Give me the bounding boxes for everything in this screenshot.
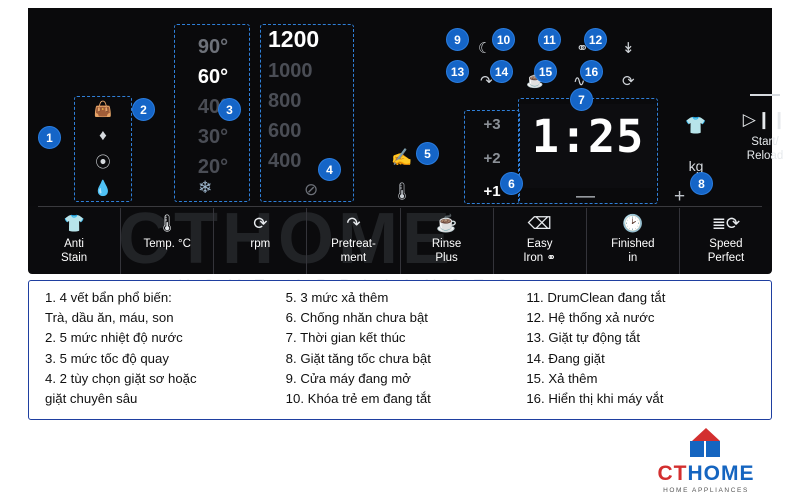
logo-name-ct: CT	[657, 462, 688, 485]
speed-icon: ≣⟳	[711, 214, 741, 233]
legend-item-1b: Trà, dầu ăn, máu, son	[45, 310, 174, 326]
callout-2: 2	[132, 98, 155, 121]
door-open-icon: ☾	[478, 40, 492, 57]
button-easy-iron[interactable]: ⌫ Easy Iron ⚭	[494, 208, 587, 274]
legend-item-6: 6. Chống nhăn chưa bật	[285, 310, 428, 326]
cthome-logo: CTHOME HOME APPLIANCES	[646, 426, 766, 494]
button-pretreatment-label: Pretreat- ment	[331, 238, 376, 264]
legend-item-4: 4. 2 tùy chọn giặt sơ hoặc	[45, 370, 197, 386]
callout-13: 13	[446, 60, 469, 83]
button-bar: 👕 Anti Stain 🌡 Temp. °C ⟳ rpm ↷ Pretreat…	[28, 208, 772, 274]
logo-mark-icon	[682, 426, 730, 460]
legend-panel: 1. 4 vết bẩn phổ biến: Trà, dầu ăn, máu,…	[28, 280, 772, 420]
legend-item-5: 5. 3 mức xả thêm	[285, 290, 389, 305]
legend-item-2: 2. 5 mức nhiệt độ nước	[45, 330, 183, 346]
callout-15: 15	[534, 60, 557, 83]
legend-item-15: 15. Xả thêm	[526, 370, 598, 386]
legend-item-4b: giặt chuyên sâu	[45, 391, 138, 407]
washer-control-panel: CTHOME HOME APPLIANCES 👜 ♦ ⦿ 💧 90° 60° 4…	[28, 8, 786, 295]
legend-item-9: 9. Cửa máy đang mở	[285, 370, 411, 386]
callout-14: 14	[490, 60, 513, 83]
spin-icon: ⟳	[253, 214, 268, 233]
pretreatment-column[interactable]: ✍ 🌡	[384, 148, 420, 202]
legend-item-11: 11. DrumClean đang tắt	[526, 290, 666, 305]
button-anti-stain[interactable]: 👕 Anti Stain	[28, 208, 122, 274]
legend-column-3: 11. DrumClean đang tắt 12. Hệ thống xả n…	[520, 289, 761, 411]
legend-item-10: 10. Khóa trẻ em đang tắt	[285, 391, 431, 407]
button-rpm-label: rpm	[250, 238, 271, 250]
tshirt-stain-icon: 👕	[63, 214, 85, 233]
callout-4: 4	[318, 158, 341, 181]
button-rinse-plus[interactable]: ☕ Rinse Plus	[401, 208, 494, 274]
legend-item-12: 12. Hệ thống xả nước	[526, 310, 655, 326]
button-speed-perfect-label: Speed Perfect	[707, 238, 745, 264]
logo-subtitle: HOME APPLIANCES	[663, 487, 749, 494]
button-temperature[interactable]: 🌡 Temp. °C	[121, 208, 215, 274]
callout-9: 9	[446, 28, 469, 51]
callout-10: 10	[492, 28, 515, 51]
legend-column-1: 1. 4 vết bẩn phổ biến: Trà, dầu ăn, máu,…	[39, 289, 280, 411]
button-temperature-label: Temp. °C	[143, 238, 191, 250]
callout-6: 6	[500, 172, 523, 195]
legend-item-16: 16. Hiển thị khi máy vắt	[526, 391, 664, 407]
spin-speed-box	[260, 24, 354, 202]
plus-button[interactable]: +	[674, 186, 685, 208]
button-rinse-plus-label: Rinse Plus	[431, 238, 462, 264]
rinse-icon: ☕	[435, 214, 458, 233]
callout-3: 3	[218, 98, 241, 121]
water-drain-icon: ↡	[622, 40, 635, 57]
callout-1: 1	[38, 126, 61, 149]
logo-name-home: HOME	[687, 462, 755, 485]
legend-item-13: 13. Giặt tự động tắt	[526, 330, 641, 346]
callout-8: 8	[690, 172, 713, 195]
legend-item-7: 7. Thời gian kết thúc	[285, 330, 406, 346]
legend-item-1: 1. 4 vết bẩn phổ biến:	[45, 290, 172, 305]
button-finished-in[interactable]: 🕑 Finished in	[587, 208, 680, 274]
legend-item-3: 3. 5 mức tốc độ quay	[45, 350, 169, 366]
callout-12: 12	[584, 28, 607, 51]
button-finished-in-label: Finished in	[611, 238, 655, 264]
callout-7: 7	[570, 88, 593, 111]
load-unit-label: kg	[688, 158, 704, 174]
hand-wash-icon: ✍	[391, 148, 413, 167]
play-pause-icon: ▷❙❙	[742, 110, 788, 129]
pretreat-icon: ↷	[346, 214, 361, 233]
button-pretreatment[interactable]: ↷ Pretreat- ment	[307, 208, 401, 274]
thermometer-icon: 🌡	[156, 214, 178, 233]
legend-item-8: 8. Giặt tăng tốc chưa bật	[285, 350, 431, 366]
display-box	[518, 98, 658, 204]
button-speed-perfect[interactable]: ≣⟳ Speed Perfect	[680, 208, 772, 274]
logo-name: CTHOME	[646, 462, 766, 486]
button-rpm[interactable]: ⟳ rpm	[214, 208, 308, 274]
legend-column-2: 5. 3 mức xả thêm 6. Chống nhăn chưa bật …	[280, 289, 521, 411]
panel-divider	[38, 206, 762, 207]
button-anti-stain-label: Anti Stain	[60, 238, 88, 264]
soil-options-box	[74, 96, 132, 202]
button-easy-iron-label: Easy Iron ⚭	[523, 238, 557, 264]
start-reload-label: Start/ Reload	[746, 136, 784, 163]
callout-5: 5	[416, 142, 439, 165]
callout-11: 11	[538, 28, 561, 51]
legend-item-14: 14. Đang giặt	[526, 350, 605, 366]
callout-16: 16	[580, 60, 603, 83]
clock-icon: 🕑	[622, 214, 644, 233]
iron-icon: ⌫	[527, 214, 552, 233]
thermometer-icon: 🌡	[391, 182, 413, 201]
tshirt-icon: 👕	[685, 116, 707, 135]
spin-display-icon: ⟳	[622, 73, 635, 90]
start-indicator-bar	[750, 94, 780, 96]
start-reload-button[interactable]: ▷❙❙ Start/ Reload	[728, 94, 800, 164]
load-column: 👕 kg	[676, 116, 716, 174]
